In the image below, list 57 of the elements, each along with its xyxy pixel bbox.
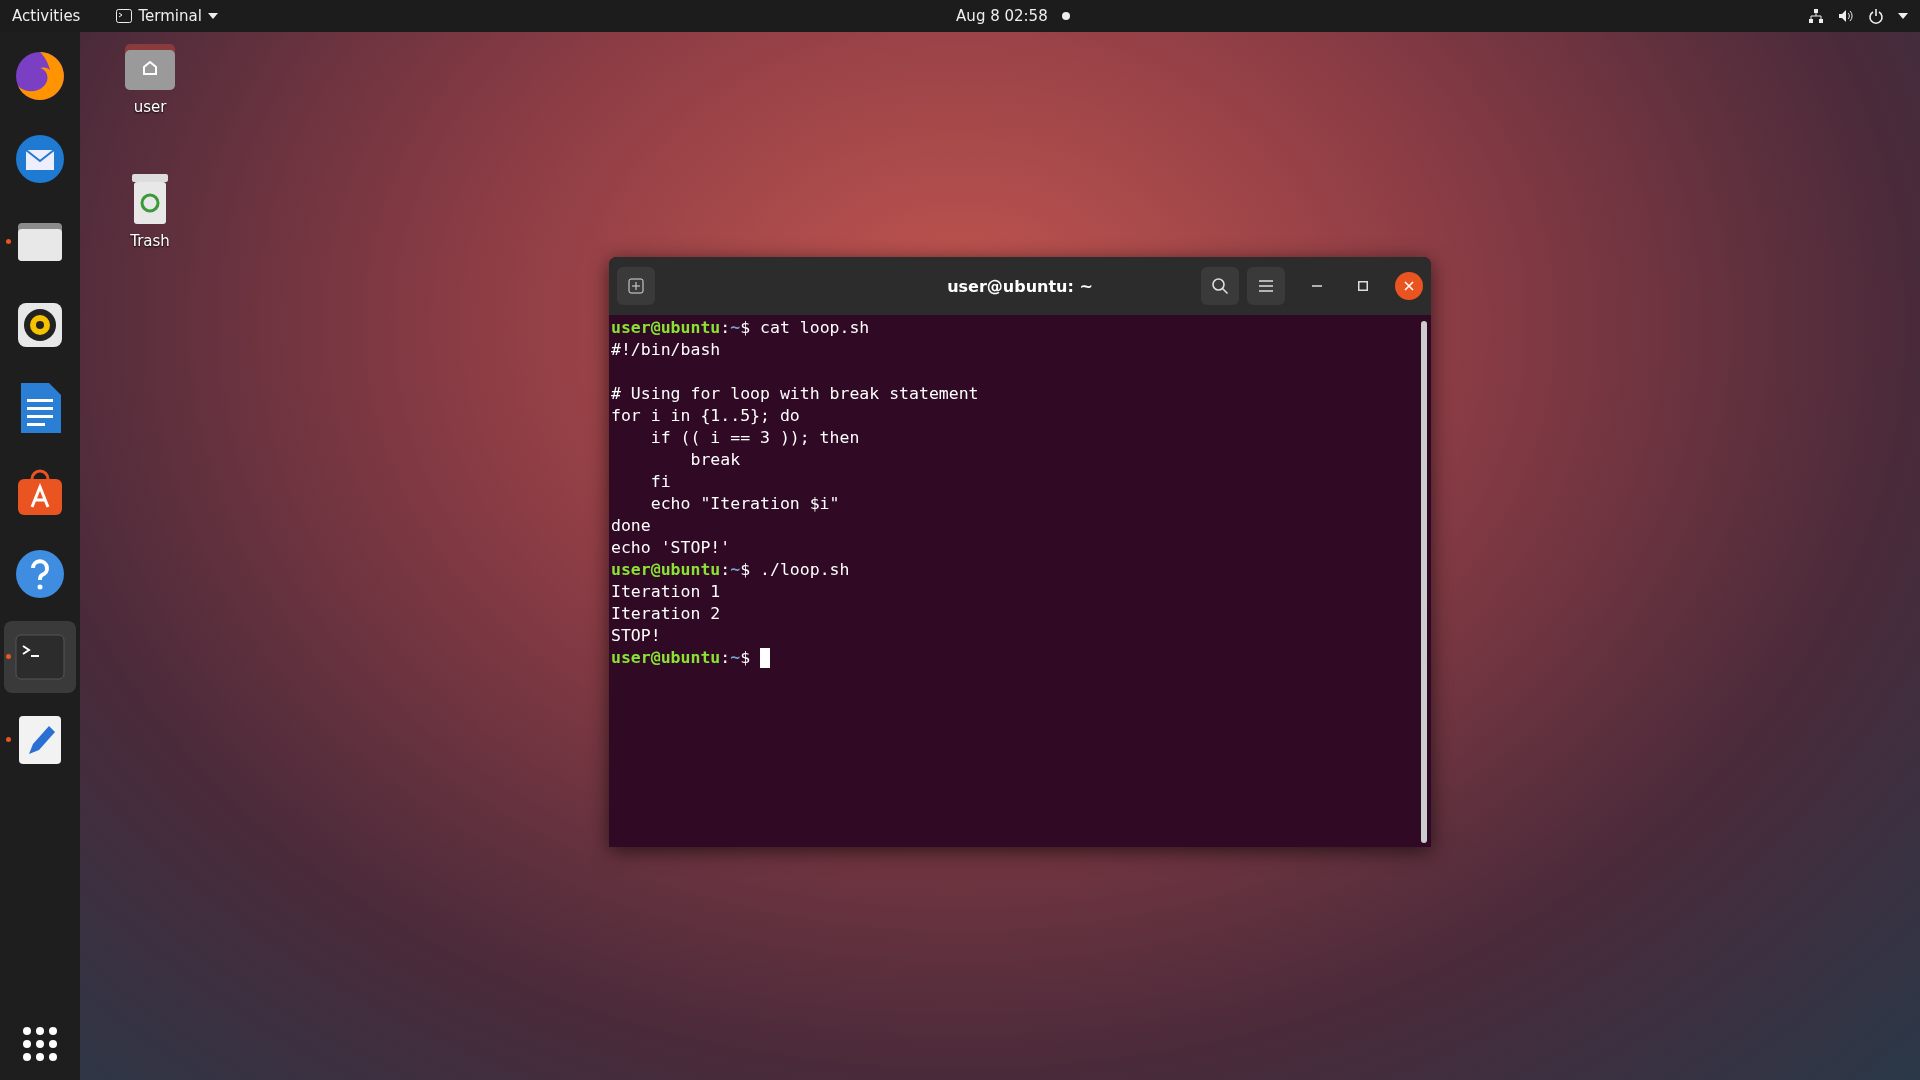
caret-icon	[207, 13, 218, 19]
search-button[interactable]	[1201, 267, 1239, 305]
close-button[interactable]	[1395, 272, 1423, 300]
prompt-path: ~	[730, 647, 741, 669]
help-icon	[14, 548, 66, 600]
speaker-icon	[15, 300, 65, 350]
output-line: # Using for loop with break statement	[611, 383, 979, 405]
new-tab-icon	[628, 278, 644, 294]
minimize-icon	[1312, 285, 1322, 287]
window-title: user@ubuntu: ~	[947, 276, 1093, 296]
desktop-icon[interactable]: user	[110, 42, 190, 116]
new-tab-button[interactable]	[617, 267, 655, 305]
menu-icon	[1259, 280, 1273, 292]
output-line: STOP!	[611, 625, 661, 647]
home-folder-icon	[124, 42, 176, 92]
output-line: echo "Iteration $i"	[649, 493, 840, 515]
output-line: #!/bin/bash	[611, 339, 721, 361]
pencil-icon	[17, 714, 63, 766]
output-line: for i in {1..5}; do	[611, 405, 800, 427]
output-line: fi	[649, 471, 671, 493]
desktop-icon-label: Trash	[130, 232, 170, 250]
prompt-separator: :	[720, 559, 731, 581]
terminal-icon	[116, 9, 133, 23]
output-line: Iteration 1	[611, 581, 721, 603]
command-text: cat loop.sh	[759, 317, 870, 339]
output-line: done	[611, 515, 651, 537]
desktop-icon-label: user	[133, 98, 167, 116]
terminal-icon[interactable]	[15, 634, 65, 680]
prompt-separator: :	[720, 647, 731, 669]
menu-button[interactable]	[1247, 267, 1285, 305]
prompt-symbol: $	[740, 559, 751, 581]
power-icon[interactable]	[1868, 8, 1884, 24]
prompt-symbol: $	[740, 647, 751, 669]
app-menu[interactable]: Terminal	[116, 7, 218, 25]
prompt-user: user@ubuntu	[611, 559, 721, 581]
prompt-symbol: $	[740, 317, 751, 339]
prompt-path: ~	[730, 317, 741, 339]
prompt-user: user@ubuntu	[611, 317, 721, 339]
app-grid-icon[interactable]	[22, 1026, 58, 1062]
mail-icon	[14, 133, 66, 185]
prompt-separator: :	[720, 317, 731, 339]
output-line: Iteration 2	[611, 603, 721, 625]
activities-button[interactable]: Activities	[12, 7, 81, 25]
desktop-icon[interactable]: Trash	[110, 172, 190, 250]
close-icon	[1404, 281, 1414, 291]
prompt-user: user@ubuntu	[611, 647, 721, 669]
output-line: break	[689, 449, 741, 471]
network-icon[interactable]	[1808, 8, 1824, 24]
search-icon	[1211, 277, 1229, 295]
output-line: if (( i == 3 )); then	[649, 427, 860, 449]
volume-icon[interactable]	[1838, 8, 1854, 24]
output-line: echo 'STOP!'	[611, 537, 731, 559]
command-text: ./loop.sh	[759, 559, 850, 581]
prompt-path: ~	[730, 559, 741, 581]
caret-icon[interactable]	[1898, 13, 1908, 19]
clock[interactable]: Aug 8 02:58	[956, 7, 1048, 25]
maximize-icon	[1358, 281, 1368, 291]
